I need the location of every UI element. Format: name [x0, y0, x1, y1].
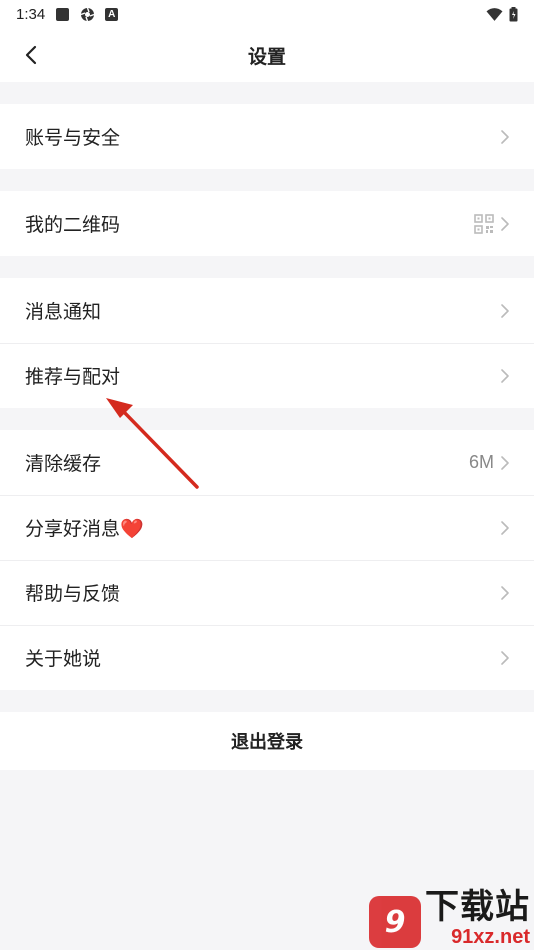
qr-code-icon — [474, 213, 494, 234]
shutter-app-icon — [80, 7, 95, 21]
status-a-badge-icon: A — [105, 7, 119, 21]
account-security-item[interactable]: 账号与安全 — [0, 104, 534, 169]
cache-size-value: 6M — [468, 452, 494, 472]
help-feedback-label: 帮助与反馈 — [25, 584, 121, 605]
settings-group-notifications: 消息通知 推荐与配对 — [0, 278, 534, 408]
watermark: 9 下载站 91xz.net — [369, 888, 530, 948]
watermark-title: 下载站 — [425, 888, 530, 926]
chevron-right-icon — [501, 455, 509, 470]
my-qr-code-item[interactable]: 我的二维码 — [0, 191, 534, 256]
logout-button[interactable]: 退出登录 — [0, 712, 534, 770]
section-gap — [0, 169, 534, 191]
help-feedback-item[interactable]: 帮助与反馈 — [0, 560, 534, 625]
clear-cache-item[interactable]: 清除缓存 6M — [0, 430, 534, 495]
status-time: 1:34 — [16, 5, 46, 23]
message-notification-label: 消息通知 — [25, 302, 102, 323]
settings-group-qrcode: 我的二维码 — [0, 191, 534, 256]
section-gap — [0, 408, 534, 430]
account-security-label: 账号与安全 — [25, 128, 121, 149]
notification-square-icon — [56, 7, 70, 21]
clear-cache-label: 清除缓存 — [25, 454, 102, 475]
message-notification-item[interactable]: 消息通知 — [0, 278, 534, 343]
about-item[interactable]: 关于她说 — [0, 625, 534, 690]
chevron-right-icon — [501, 368, 509, 383]
wifi-icon — [486, 7, 503, 21]
chevron-right-icon — [501, 303, 509, 318]
watermark-logo-icon: 9 — [369, 896, 421, 948]
status-bar: 1:34 A — [0, 0, 534, 28]
recommend-match-item[interactable]: 推荐与配对 — [0, 343, 534, 408]
my-qr-code-label: 我的二维码 — [25, 215, 121, 236]
chevron-right-icon — [501, 216, 509, 231]
chevron-right-icon — [501, 650, 509, 665]
settings-group-misc: 清除缓存 6M 分享好消息❤️ 帮助与反馈 关于她说 — [0, 430, 534, 690]
watermark-domain: 91xz.net — [451, 926, 530, 948]
page-title: 设置 — [247, 46, 286, 68]
chevron-right-icon — [501, 129, 509, 144]
navigation-bar: 设置 — [0, 28, 534, 82]
share-good-news-item[interactable]: 分享好消息❤️ — [0, 495, 534, 560]
chevron-left-icon — [25, 45, 37, 65]
section-gap — [0, 82, 534, 104]
share-good-news-label: 分享好消息❤️ — [25, 519, 144, 540]
chevron-right-icon — [501, 520, 509, 535]
battery-icon — [509, 6, 518, 21]
back-button[interactable] — [12, 36, 50, 74]
about-label: 关于她说 — [25, 649, 102, 670]
chevron-right-icon — [501, 585, 509, 600]
section-gap — [0, 690, 534, 712]
section-gap — [0, 256, 534, 278]
settings-group-account: 账号与安全 — [0, 104, 534, 169]
recommend-match-label: 推荐与配对 — [25, 367, 121, 388]
logout-label: 退出登录 — [231, 732, 303, 752]
